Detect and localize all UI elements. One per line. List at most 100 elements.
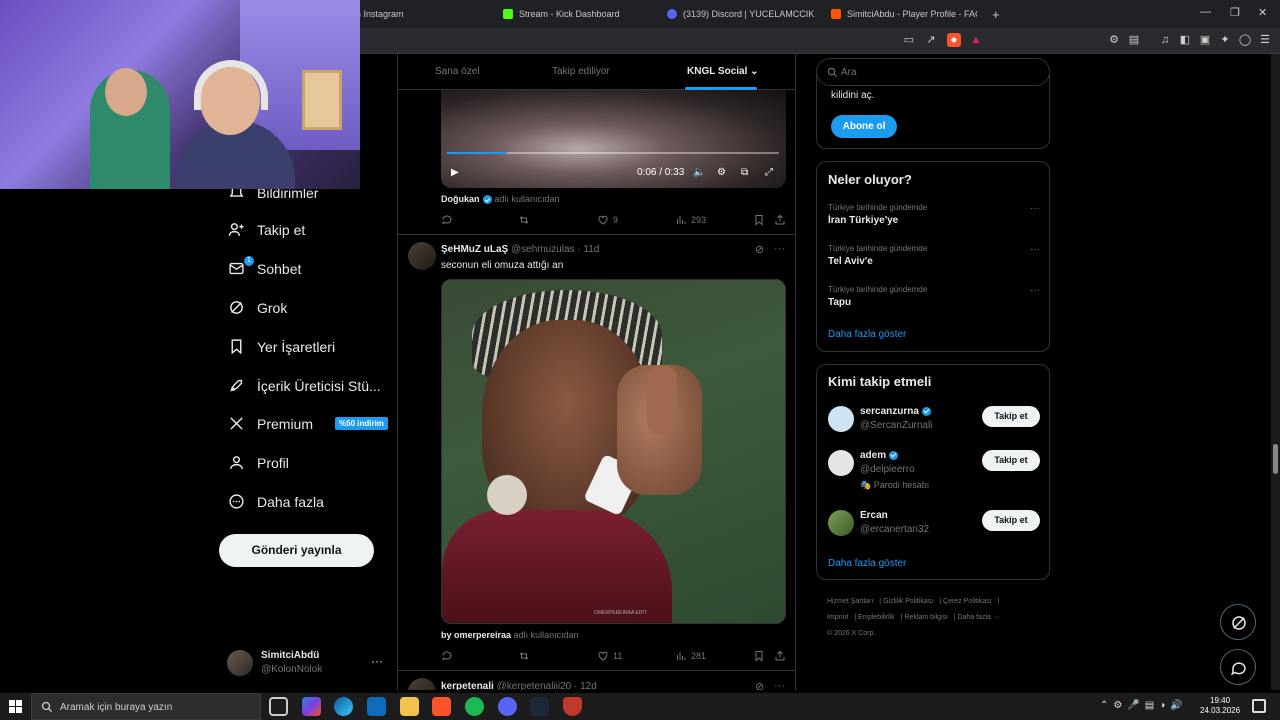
like-button[interactable]: 9 xyxy=(597,214,618,226)
taskbar-search-input[interactable]: Aramak için buraya yazın xyxy=(31,693,261,720)
sidebar-item-premium[interactable]: Premium %50 indirim xyxy=(228,415,388,432)
discord-icon[interactable] xyxy=(498,697,517,716)
author-name[interactable]: ŞeHMuZ uLaŞ xyxy=(441,244,508,255)
post-time[interactable]: · 12d xyxy=(574,681,597,690)
sidebar-item-bookmarks[interactable]: Yer İşaretleri xyxy=(228,338,335,355)
follow-button[interactable]: Takip et xyxy=(982,450,1040,471)
tab-following[interactable]: Takip ediliyor xyxy=(552,66,610,77)
follow-button[interactable]: Takip et xyxy=(982,510,1040,531)
footer-link[interactable]: Imprint xyxy=(827,614,848,621)
tab-for-you[interactable]: Sana özel xyxy=(435,66,479,77)
windows-start-icon[interactable] xyxy=(9,700,22,713)
more-icon[interactable]: ··· xyxy=(371,654,383,668)
sidebar-toggle-icon[interactable]: ▤ xyxy=(1127,33,1141,47)
footer-link[interactable]: Daha fazla ··· xyxy=(957,614,999,621)
sidebar-item-more[interactable]: Daha fazla xyxy=(228,493,324,510)
taskbar-clock[interactable]: 19:40 24.03.2026 xyxy=(1200,696,1240,716)
grok-float-button[interactable] xyxy=(1220,604,1256,640)
tab-discord[interactable]: (3139) Discord | YUCELAMCCIKK KÖ xyxy=(667,4,815,24)
leo-icon[interactable]: ✦ xyxy=(1218,33,1232,47)
reply-button[interactable] xyxy=(441,650,453,662)
notification-center-icon[interactable] xyxy=(1252,699,1266,713)
trend-item[interactable]: Türkiye tarihinde gündemde Tel Aviv'e ··… xyxy=(828,244,1040,267)
copilot-icon[interactable] xyxy=(302,697,321,716)
footer-link[interactable]: Çerez Politikası xyxy=(943,598,992,605)
outlook-icon[interactable] xyxy=(367,697,386,716)
picture-in-picture-icon[interactable]: ⧉ xyxy=(741,167,748,178)
trend-item[interactable]: Türkiye tarihinde gündemde Tapu ··· xyxy=(828,285,1040,308)
follow-suggestion[interactable]: Ercan @ercanertan32 Takip et xyxy=(828,510,1040,550)
page-scrollbar[interactable] xyxy=(1271,54,1280,690)
trend-item[interactable]: Türkiye tarihinde gündemde İran Türkiye'… xyxy=(828,203,1040,226)
brave-icon[interactable] xyxy=(432,697,451,716)
tab-faceit[interactable]: SimitciAbdu - Player Profile - FACEIT xyxy=(831,4,977,24)
vpn-icon[interactable]: ◯ xyxy=(1238,33,1252,47)
extensions-icon[interactable]: ⚙ xyxy=(1107,33,1121,47)
music-icon[interactable]: ♫ xyxy=(1158,33,1172,47)
more-icon[interactable]: ··· xyxy=(1030,244,1040,255)
author-handle[interactable]: @sehmuzulas xyxy=(511,244,575,255)
task-view-icon[interactable] xyxy=(269,697,288,716)
byline-name[interactable]: Doğukan xyxy=(441,194,480,204)
steam-icon[interactable] xyxy=(530,697,549,716)
views-button[interactable]: 281 xyxy=(675,650,706,662)
restore-button[interactable]: ❐ xyxy=(1230,6,1240,19)
follow-suggestion[interactable]: adem @delpieerro 🎭 Parodi hesabı Takip e… xyxy=(828,450,1040,498)
reply-button[interactable] xyxy=(441,214,453,226)
share-button[interactable] xyxy=(774,214,786,226)
fullscreen-icon[interactable]: ⤢ xyxy=(765,167,773,178)
sidebar-item-chat[interactable]: 1 Sohbet xyxy=(228,256,301,277)
sidebar-item-profile[interactable]: Profil xyxy=(228,454,289,471)
sidebar-item-creator-studio[interactable]: İçerik Üreticisi Stü... xyxy=(228,377,381,394)
follow-button[interactable]: Takip et xyxy=(982,406,1040,427)
tab-instagram[interactable]: ) Instagram xyxy=(358,4,498,24)
volume-icon[interactable]: 🔈 xyxy=(693,167,705,178)
minimize-button[interactable]: — xyxy=(1200,6,1211,18)
more-icon[interactable]: ··· xyxy=(1030,285,1040,296)
post-image[interactable]: OMERPEREIRAA EDIT xyxy=(441,279,786,624)
footer-link[interactable]: Gizlilik Politikası xyxy=(883,598,933,605)
tab-kick[interactable]: Stream - Kick Dashboard xyxy=(503,4,658,24)
close-window-button[interactable]: ✕ xyxy=(1258,6,1267,19)
share-button[interactable] xyxy=(774,650,786,662)
account-switcher[interactable]: SimitciAbdü @KolonNolok ··· xyxy=(227,648,387,684)
post-time[interactable]: · 11d xyxy=(577,244,599,255)
like-button[interactable]: 11 xyxy=(597,650,622,662)
bookmark-button[interactable] xyxy=(753,650,765,662)
more-icon[interactable]: ··· xyxy=(774,243,785,255)
spotify-icon[interactable] xyxy=(465,697,484,716)
follow-show-more-link[interactable]: Daha fazla göster xyxy=(828,558,906,569)
menu-icon[interactable]: ☰ xyxy=(1258,33,1272,47)
footer-link[interactable]: Hizmet Şartları xyxy=(827,598,873,605)
more-icon[interactable]: ··· xyxy=(1030,203,1040,214)
file-explorer-icon[interactable] xyxy=(400,697,419,716)
follow-suggestion[interactable]: sercanzurna @SercanZurnali Takip et xyxy=(828,406,1040,446)
grok-icon[interactable]: ⊘ xyxy=(755,680,764,690)
sidebar-item-grok[interactable]: Grok xyxy=(228,299,287,316)
scrollbar-thumb[interactable] xyxy=(1273,444,1278,474)
settings-icon[interactable]: ⚙ xyxy=(717,167,726,178)
cast-icon[interactable]: ▭ xyxy=(902,33,916,47)
trends-show-more-link[interactable]: Daha fazla göster xyxy=(828,329,906,340)
avatar[interactable] xyxy=(408,678,436,690)
system-tray-icons[interactable]: ⌃⚙🎤▤◑🔊 xyxy=(1100,700,1188,711)
grok-icon[interactable]: ⊘ xyxy=(755,243,764,256)
shield-app-icon[interactable] xyxy=(563,697,582,716)
sidebar-item-follow[interactable]: Takip et xyxy=(228,221,305,238)
play-icon[interactable]: ▶ xyxy=(451,167,459,178)
brave-rewards-icon[interactable]: ▲ xyxy=(969,33,983,47)
avatar[interactable] xyxy=(408,242,436,270)
bookmark-button[interactable] xyxy=(753,214,765,226)
share-icon[interactable]: ↗ xyxy=(924,33,938,47)
repost-button[interactable] xyxy=(518,650,530,662)
more-icon[interactable]: ··· xyxy=(774,680,785,690)
post-button[interactable]: Gönderi yayınla xyxy=(219,534,374,567)
views-button[interactable]: 293 xyxy=(675,214,706,226)
subscribe-button[interactable]: Abone ol xyxy=(831,115,897,138)
byline-name[interactable]: by omerpereiraa xyxy=(441,630,511,640)
author-handle[interactable]: @kerpetenaliii20 xyxy=(497,681,572,690)
author-name[interactable]: kerpetenali xyxy=(441,681,494,690)
footer-link[interactable]: Reklam bilgisi xyxy=(905,614,948,621)
messages-float-button[interactable] xyxy=(1220,649,1256,685)
edge-icon[interactable] xyxy=(334,697,353,716)
